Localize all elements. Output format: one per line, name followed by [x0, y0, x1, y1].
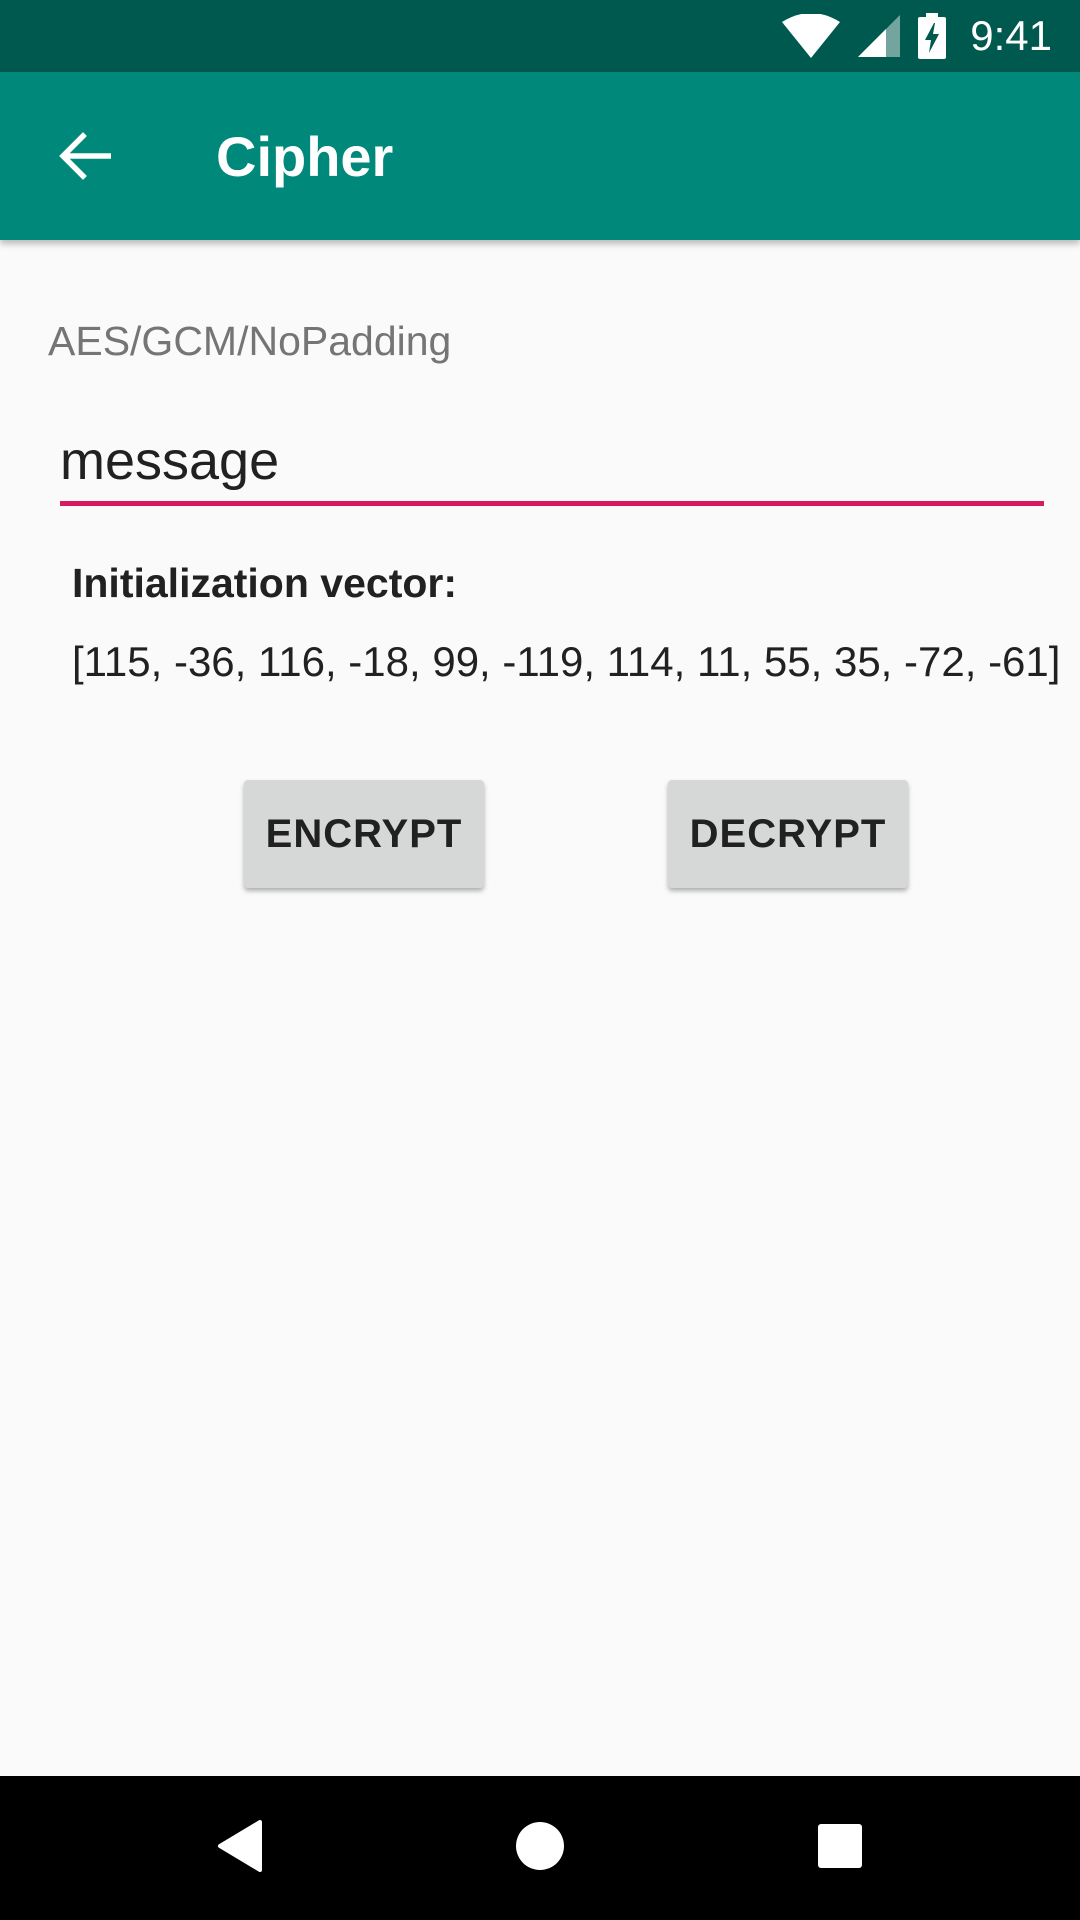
- nav-home-icon: [515, 1821, 565, 1876]
- nav-home-button[interactable]: [470, 1776, 610, 1920]
- algorithm-label: AES/GCM/NoPadding: [48, 318, 452, 364]
- wifi-icon: [782, 14, 841, 58]
- nav-recents-button[interactable]: [770, 1776, 910, 1920]
- decrypt-button[interactable]: DECRYPT: [668, 780, 908, 888]
- status-bar: 9:41: [0, 0, 1080, 72]
- message-field[interactable]: [60, 420, 1044, 506]
- message-input[interactable]: [60, 420, 1044, 501]
- nav-recents-icon: [817, 1823, 863, 1874]
- arrow-back-icon: [59, 130, 111, 182]
- navigation-bar: [0, 1776, 1080, 1920]
- iv-value: [115, -36, 116, -18, 99, -119, 114, 11, …: [72, 638, 1061, 685]
- encrypt-button[interactable]: ENCRYPT: [244, 780, 484, 888]
- app-bar: Cipher: [0, 72, 1080, 240]
- status-time: 9:41: [970, 12, 1052, 59]
- battery-charging-icon: [918, 13, 947, 59]
- cell-signal-icon: [858, 15, 901, 57]
- nav-back-button[interactable]: [170, 1776, 310, 1920]
- nav-back-icon: [216, 1819, 264, 1877]
- status-icons: 9:41: [782, 12, 1052, 60]
- back-button[interactable]: [0, 72, 170, 240]
- page-title: Cipher: [216, 124, 394, 188]
- iv-label: Initialization vector:: [72, 560, 457, 606]
